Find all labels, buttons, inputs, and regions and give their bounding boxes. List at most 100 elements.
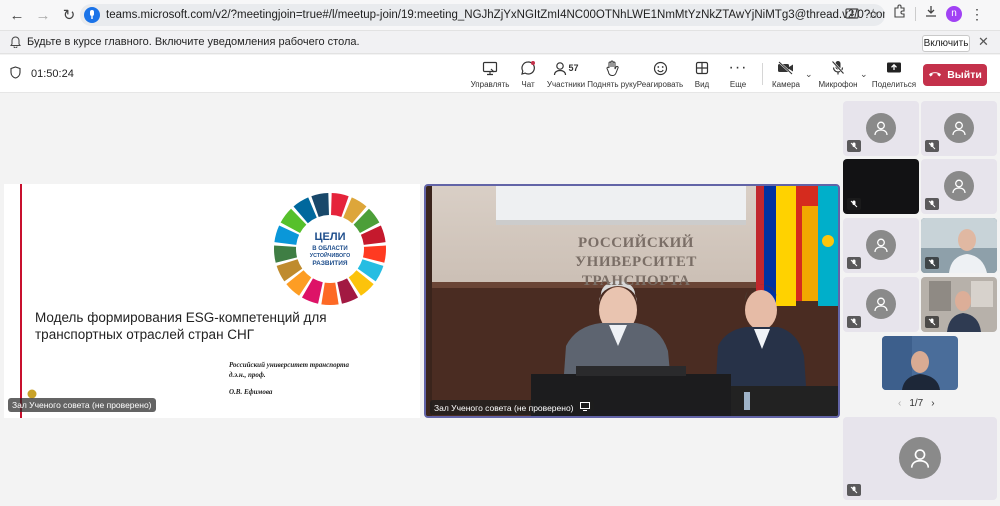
mic-muted-icon [925, 140, 939, 152]
leave-button[interactable]: Выйти [923, 64, 987, 86]
slide-accent-line [20, 184, 22, 418]
shared-screen-icon [579, 402, 590, 413]
slide-university: Российский университет транспорта д.э.н.… [229, 360, 349, 380]
participant-video-tile[interactable] [882, 336, 958, 390]
shared-presentation: ЦЕЛИ В ОБЛАСТИ УСТОЙЧИВОГО РАЗВИТИЯ Моде… [4, 184, 420, 418]
browser-menu-icon[interactable]: ⋮ [970, 7, 984, 21]
sdg-wheel-logo: ЦЕЛИ В ОБЛАСТИ УСТОЙЧИВОГО РАЗВИТИЯ [274, 193, 386, 305]
participant-tile[interactable] [843, 277, 919, 332]
close-icon[interactable]: ✕ [978, 34, 989, 50]
smile-icon [653, 59, 668, 77]
notification-bar: Будьте в курсе главного. Включите уведом… [0, 30, 1000, 54]
sdg-segment [274, 245, 298, 263]
download-icon[interactable] [924, 4, 938, 23]
mic-muted-icon [925, 257, 939, 269]
camera-off-icon [777, 59, 795, 77]
default-avatar-icon [866, 113, 896, 143]
grid-icon [695, 59, 709, 77]
mic-muted-icon [847, 198, 861, 210]
sdg-segment [362, 245, 386, 263]
presenter-name-chip: Зал Ученого совета (не проверено) [8, 398, 156, 412]
browser-toolbar: ← → ↻ teams.microsoft.com/v2/?meetingjoi… [0, 0, 1000, 30]
microphone-button[interactable]: Микрофон [810, 59, 866, 91]
sign-line-2: УНИВЕРСИТЕТ [575, 254, 697, 270]
sdg-text-1: ЦЕЛИ [315, 231, 346, 243]
university-sign: РОССИЙСКИЙ УНИВЕРСИТЕТ ТРАНСПОРТА [566, 234, 706, 291]
sdg-text-4: РАЗВИТИЯ [312, 260, 348, 267]
participant-tile[interactable] [843, 417, 997, 500]
phone-hangup-icon [928, 69, 942, 81]
leave-label: Выйти [947, 69, 982, 81]
raise-hand-label: Поднять руку [587, 80, 637, 89]
pager-label: 1/7 [909, 398, 924, 409]
participant-tile[interactable] [843, 159, 919, 214]
toolbar-divider [915, 6, 916, 21]
participant-tile[interactable] [843, 218, 919, 273]
enable-notifications-button[interactable]: Включить [922, 35, 970, 52]
mic-muted-icon [925, 316, 939, 328]
participant-tile[interactable] [843, 101, 919, 156]
back-icon[interactable]: ← [4, 2, 30, 28]
slide-degree: д.э.н., проф. [229, 371, 266, 379]
participants-count: 57 [568, 63, 579, 73]
share-screen-label: Поделиться [871, 80, 917, 89]
more-dots-icon: ··· [728, 59, 748, 76]
slide-title: Модель формирования ESG-компетенций для … [35, 310, 327, 342]
slide-author: О.В. Ефимова [229, 388, 273, 396]
default-avatar-icon [899, 437, 941, 479]
profile-avatar[interactable]: n [946, 5, 962, 22]
mic-off-icon [831, 59, 845, 77]
participant-name-text: Зал Ученого совета (не проверено) [434, 402, 574, 413]
participants-label: Участники [546, 80, 586, 89]
mic-label: Микрофон [818, 80, 858, 89]
url-text: teams.microsoft.com/v2/?meetingjoin=true… [106, 9, 885, 21]
sdg-segment [321, 282, 339, 305]
default-avatar-icon [866, 230, 896, 260]
view-label: Вид [694, 80, 710, 89]
extensions-icon[interactable] [893, 4, 907, 23]
participant-tile[interactable] [921, 101, 997, 156]
mic-muted-icon [847, 257, 861, 269]
notification-text: Будьте в курсе главного. Включите уведом… [27, 36, 360, 48]
chevron-right-icon[interactable]: › [931, 398, 934, 409]
gallery-pager: ‹ 1/7 › [898, 398, 935, 409]
share-tray-icon [886, 59, 902, 77]
address-bar[interactable]: teams.microsoft.com/v2/?meetingjoin=true… [80, 4, 885, 26]
conference-room-video [426, 186, 838, 416]
chat-label: Чат [521, 80, 535, 89]
default-avatar-icon [944, 171, 974, 201]
mic-muted-icon [925, 198, 939, 210]
hand-icon [605, 59, 619, 77]
bell-icon [10, 36, 21, 51]
participant-name-chip: Зал Ученого совета (не проверено) [430, 400, 594, 415]
participant-tile[interactable] [921, 159, 997, 214]
main-video-feed[interactable]: РОССИЙСКИЙ УНИВЕРСИТЕТ ТРАНСПОРТА Зал Уч… [424, 184, 840, 418]
forward-icon[interactable]: → [30, 2, 56, 28]
more-label: Еще [729, 80, 747, 89]
sdg-text-3: УСТОЙЧИВОГО [310, 251, 350, 259]
install-app-icon[interactable] [845, 7, 859, 24]
sdg-text-2: В ОБЛАСТИ [312, 246, 347, 252]
mic-muted-icon [847, 316, 861, 328]
people-icon: 57 [553, 59, 579, 77]
bookmark-star-icon[interactable]: ☆ [867, 7, 879, 24]
chat-icon [520, 59, 536, 77]
participant-video-frame [882, 336, 958, 390]
participant-video-tile[interactable] [921, 277, 997, 332]
mic-muted-icon [847, 140, 861, 152]
screen-share-icon [482, 59, 498, 77]
participant-video-tile[interactable] [921, 218, 997, 273]
site-info-icon[interactable] [84, 7, 100, 23]
sign-line-1: РОССИЙСКИЙ [578, 235, 694, 251]
meeting-timer: 01:50:24 [31, 68, 74, 80]
shield-icon[interactable] [10, 66, 21, 82]
reload-icon[interactable]: ↻ [56, 2, 82, 28]
default-avatar-icon [944, 113, 974, 143]
mic-muted-icon [847, 484, 861, 496]
chevron-left-icon[interactable]: ‹ [898, 398, 901, 409]
meeting-toolbar: 01:50:24 Управлять Чат 57 Участники Подн… [0, 55, 1000, 93]
share-screen-button[interactable]: Поделиться [866, 59, 922, 91]
camera-label: Камера [772, 80, 800, 89]
sign-line-3: ТРАНСПОРТА [581, 273, 691, 289]
slide-university-name: Российский университет транспорта [229, 361, 349, 369]
